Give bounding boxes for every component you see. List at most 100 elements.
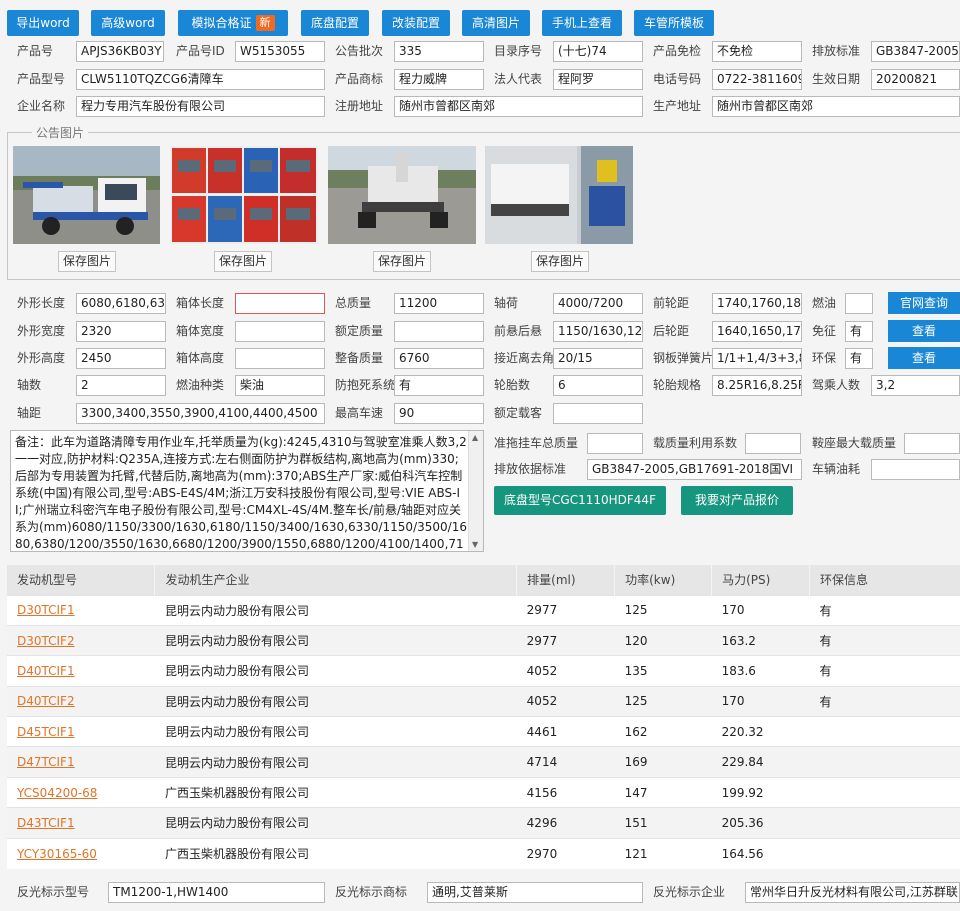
dim-width-field[interactable]: 2320 [76,321,166,342]
scroll-up-icon[interactable]: ▲ [472,433,478,442]
product-id-label: 产品号ID [176,44,225,58]
vehicle-photo-3[interactable] [328,146,476,244]
basis-field[interactable]: GB3847-2005,GB17691-2018国VI [587,459,802,480]
abs-field[interactable]: 有 [394,375,484,396]
engine-model-link[interactable]: D40TCIF1 [17,664,75,678]
dim-height-field[interactable]: 2450 [76,348,166,369]
emission-label: 排放标准 [812,44,861,58]
engine-model-link[interactable]: YCS04200-68 [17,786,97,800]
front-track-field[interactable]: 1740,1760,1800 [712,293,802,314]
remarks-textarea[interactable]: 备注：此车为道路清障专用作业车,托举质量为(kg):4245,4310与驾驶室准… [10,430,484,552]
col-eco-info: 环保信息 [809,565,960,595]
eco-info-cell [809,807,960,839]
table-row: D30TCIF2 昆明云内动力股份有限公司 2977 120 163.2 有 [7,624,960,656]
remarks-scrollbar[interactable]: ▲ ▼ [468,431,483,551]
horsepower-cell: 170 [711,594,810,626]
fuel-cons-field[interactable] [871,459,960,480]
save-picture-2-button[interactable]: 保存图片 [214,251,272,272]
brand-field[interactable]: 程力威牌 [394,69,484,90]
engine-model-link[interactable]: D30TCIF1 [17,603,75,617]
exempt2-field[interactable]: 有 [845,321,873,342]
engine-model-link[interactable]: D43TCIF1 [17,816,75,830]
save-picture-1-button[interactable]: 保存图片 [58,251,116,272]
cab-label: 驾乘人数 [812,378,861,392]
box-length-field[interactable] [235,293,325,314]
overhang-field[interactable]: 1150/1630,1200 [553,321,643,342]
query-eco-button[interactable]: 查看 [888,347,960,369]
engine-model-link[interactable]: D45TCIF1 [17,725,75,739]
table-row: D43TCIF1 昆明云内动力股份有限公司 4296 151 205.36 [7,807,960,839]
box-height-field[interactable] [235,348,325,369]
vehicle-photo-2[interactable] [170,146,318,244]
official-query-button[interactable]: 官网查询 [888,292,960,314]
wheelbase-field[interactable]: 3300,3400,3550,3900,4100,4400,4500 [76,403,325,424]
eco-field[interactable]: 有 [845,348,873,369]
engine-maker-cell: 广西玉柴机器股份有限公司 [154,776,517,808]
load-util-field[interactable] [745,433,801,454]
engine-model-link[interactable]: YCY30165-60 [17,847,97,861]
axle-load-label: 轴荷 [494,296,519,310]
reg-addr-field[interactable]: 随州市曾都区南郊 [394,96,643,117]
new-badge: 新 [255,14,275,31]
save-picture-3-button[interactable]: 保存图片 [373,251,431,272]
rear-track-field[interactable]: 1640,1650,1750 [712,321,802,342]
prod-addr-field[interactable]: 随州市曾都区南郊 [712,96,960,117]
fuel-field[interactable] [845,293,873,314]
saddle-field[interactable] [904,433,960,454]
reflector-model-field[interactable]: TM1200-1,HW1400 [108,882,325,903]
total-mass-field[interactable]: 11200 [394,293,484,314]
max-speed-field[interactable]: 90 [394,403,484,424]
simulate-cert-button[interactable]: 模拟合格证新 [178,10,288,36]
dmv-template-button[interactable]: 车管所模板 [634,10,714,36]
spring-field[interactable]: 1/1+1,4/3+3,8 [712,348,802,369]
engine-model-link[interactable]: D30TCIF2 [17,634,75,648]
legal-field[interactable]: 程阿罗 [553,69,643,90]
emission-field[interactable]: GB3847-2005,GB [871,41,960,62]
cab-field[interactable]: 3,2 [871,375,960,396]
view-on-phone-button[interactable]: 手机上查看 [542,10,622,36]
catalog-field[interactable]: (十七)74 [553,41,643,62]
company-field[interactable]: 程力专用汽车股份有限公司 [76,96,325,117]
save-picture-4-button[interactable]: 保存图片 [531,251,589,272]
fuel-type-field[interactable]: 柴油 [235,375,325,396]
power-cell: 151 [614,807,712,839]
displacement-cell: 4156 [516,776,615,808]
exempt-field[interactable]: 不免检 [712,41,802,62]
batch-field[interactable]: 335 [394,41,484,62]
product-id-field[interactable]: W5153055 [235,41,325,62]
model-field[interactable]: CLW5110TQZCG6清障车 [76,69,325,90]
saddle-label: 鞍座最大载质量 [812,436,897,450]
quote-button[interactable]: 我要对产品报价 [681,486,793,515]
modify-config-button[interactable]: 改装配置 [382,10,450,36]
tire-spec-field[interactable]: 8.25R16,8.25R20 [712,375,802,396]
chassis-config-button[interactable]: 底盘配置 [301,10,369,36]
box-width-field[interactable] [235,321,325,342]
phone-field[interactable]: 0722-3811609 [712,69,802,90]
approach-field[interactable]: 20/15 [553,348,643,369]
rated-pass-field[interactable] [553,403,643,424]
tires-field[interactable]: 6 [553,375,643,396]
product-no-field[interactable]: APJS36KB03Y [76,41,164,62]
horsepower-cell: 229.84 [711,746,810,778]
axles-field[interactable]: 2 [76,375,166,396]
chassis-model-button[interactable]: 底盘型号CGC1110HDF44F [494,486,666,515]
scroll-down-icon[interactable]: ▼ [472,540,478,549]
power-cell: 135 [614,655,712,687]
query-exempt-button[interactable]: 查看 [888,320,960,342]
export-word-button[interactable]: 导出word [7,10,79,36]
vehicle-photo-4[interactable] [485,146,633,244]
rated-mass-field[interactable] [394,321,484,342]
axle-load-field[interactable]: 4000/7200 [553,293,643,314]
horsepower-cell: 164.56 [711,837,810,869]
reflector-brand-field[interactable]: 通明,艾普莱斯 [427,882,643,903]
effective-field[interactable]: 20200821 [871,69,960,90]
advanced-word-button[interactable]: 高级word [91,10,165,36]
trailer-mass-field[interactable] [587,433,643,454]
engine-model-link[interactable]: D40TCIF2 [17,694,75,708]
engine-model-link[interactable]: D47TCIF1 [17,755,75,769]
hd-pictures-button[interactable]: 高清图片 [462,10,530,36]
dim-length-field[interactable]: 6080,6180,6330 [76,293,166,314]
reflector-company-field[interactable]: 常州华日升反光材料有限公司,江苏群联 [745,882,960,903]
vehicle-photo-1[interactable] [13,146,160,244]
curb-mass-field[interactable]: 6760 [394,348,484,369]
